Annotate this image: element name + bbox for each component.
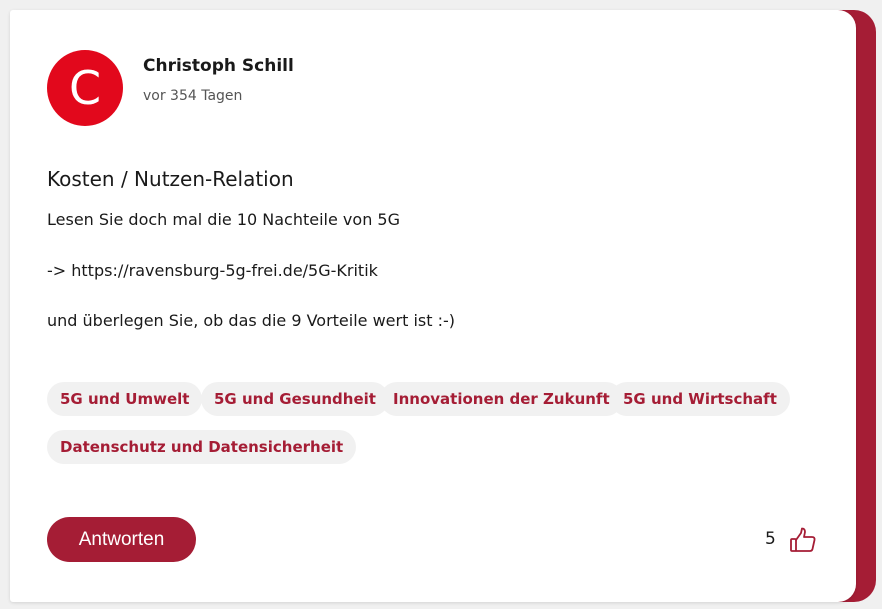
comment-card: C Christoph Schill vor 354 Tagen Kosten … xyxy=(10,10,856,602)
like-count: 5 xyxy=(765,529,776,549)
thumbs-up-icon[interactable] xyxy=(789,526,817,554)
comment-body-line: und überlegen Sie, ob das die 9 Vorteile… xyxy=(47,311,456,330)
tag-innovationen-der-zukunft[interactable]: Innovationen der Zukunft xyxy=(380,382,623,416)
reply-button[interactable]: Antworten xyxy=(47,517,196,562)
avatar: C xyxy=(47,50,123,126)
tag-5g-und-umwelt[interactable]: 5G und Umwelt xyxy=(47,382,203,416)
tag-datenschutz-und-datensicherheit[interactable]: Datenschutz und Datensicherheit xyxy=(47,430,357,464)
tag-5g-und-gesundheit[interactable]: 5G und Gesundheit xyxy=(201,382,389,416)
timestamp: vor 354 Tagen xyxy=(143,88,243,104)
comment-title: Kosten / Nutzen-Relation xyxy=(47,167,294,191)
comment-body-line: Lesen Sie doch mal die 10 Nachteile von … xyxy=(47,210,400,229)
comment-body-line: -> https://ravensburg-5g-frei.de/5G-Krit… xyxy=(47,261,378,280)
tag-5g-und-wirtschaft[interactable]: 5G und Wirtschaft xyxy=(610,382,790,416)
author-name: Christoph Schill xyxy=(143,56,294,76)
comment-frame: C Christoph Schill vor 354 Tagen Kosten … xyxy=(0,0,882,609)
